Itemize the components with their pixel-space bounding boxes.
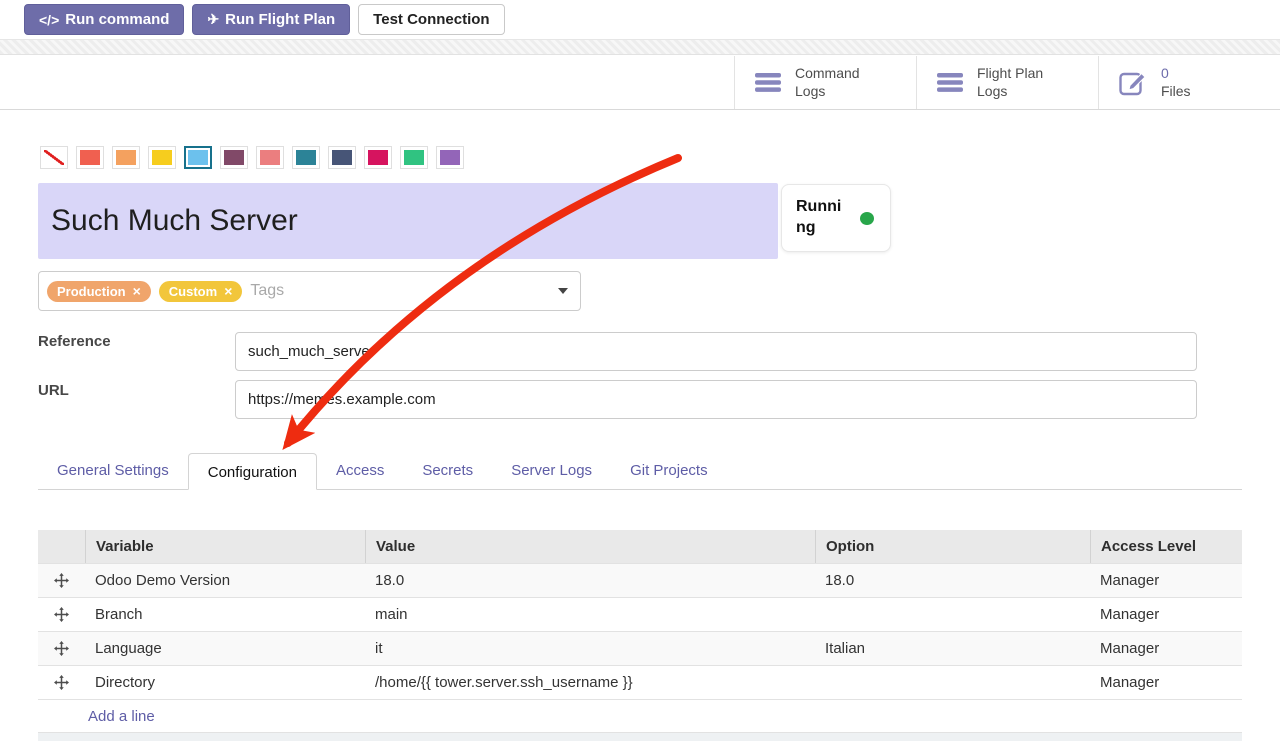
- color-swatch-salmon[interactable]: [256, 146, 284, 169]
- command-logs-stat-button[interactable]: Command Logs: [734, 56, 916, 109]
- cell-option[interactable]: 18.0: [815, 572, 1090, 589]
- running-status-button[interactable]: Running: [781, 184, 891, 252]
- color-swatch-green[interactable]: [400, 146, 428, 169]
- table-row[interactable]: Branch main Manager: [38, 597, 1242, 631]
- color-swatch-yellow[interactable]: [148, 146, 176, 169]
- configuration-table: Variable Value Option Access Level Odoo …: [38, 530, 1242, 741]
- tab-server-logs[interactable]: Server Logs: [492, 452, 611, 489]
- color-swatch-purple[interactable]: [436, 146, 464, 169]
- run-command-button[interactable]: </> Run command: [24, 4, 184, 35]
- move-arrows-icon: [54, 607, 69, 622]
- color-swatch-dark-purple[interactable]: [220, 146, 248, 169]
- status-label: Running: [796, 197, 848, 239]
- record-title[interactable]: Such Much Server: [38, 183, 778, 259]
- column-header-value[interactable]: Value: [365, 530, 815, 563]
- table-header: Variable Value Option Access Level: [38, 530, 1242, 563]
- tag-production: Production ×: [47, 281, 151, 302]
- cell-variable[interactable]: Odoo Demo Version: [85, 572, 365, 589]
- code-icon: </>: [39, 12, 59, 28]
- add-line-row: Add a line: [38, 699, 1242, 732]
- remove-tag-icon[interactable]: ×: [224, 284, 232, 298]
- list-lines-icon: [937, 72, 963, 93]
- status-dot: [860, 212, 874, 225]
- reference-label: Reference: [38, 333, 111, 350]
- cell-value[interactable]: /home/{{ tower.server.ssh_username }}: [365, 674, 815, 691]
- reference-input[interactable]: [235, 332, 1197, 371]
- form-status-bar: Command Logs Flight Plan Logs 0 Files: [0, 56, 1280, 110]
- drag-handle[interactable]: [38, 675, 85, 690]
- url-input[interactable]: [235, 380, 1197, 419]
- column-header-access-level[interactable]: Access Level: [1090, 530, 1242, 563]
- color-swatch-light-blue-selected[interactable]: [184, 146, 212, 169]
- color-swatch-dark-blue[interactable]: [328, 146, 356, 169]
- drag-handle[interactable]: [38, 607, 85, 622]
- files-stat-button[interactable]: 0 Files: [1098, 56, 1280, 109]
- files-label: 0 Files: [1161, 65, 1191, 100]
- tag-custom: Custom ×: [159, 281, 243, 302]
- flight-plan-logs-label: Flight Plan Logs: [977, 65, 1043, 100]
- list-lines-icon: [755, 72, 781, 93]
- column-header-option[interactable]: Option: [815, 530, 1090, 563]
- tags-field[interactable]: Production × Custom × Tags: [38, 271, 581, 311]
- hatched-divider-band: [0, 39, 1280, 55]
- cell-variable[interactable]: Directory: [85, 674, 365, 691]
- add-a-line-link[interactable]: Add a line: [88, 708, 155, 725]
- cell-access-level[interactable]: Manager: [1090, 640, 1242, 657]
- move-arrows-icon: [54, 641, 69, 656]
- handle-column-header: [38, 530, 85, 563]
- column-header-variable[interactable]: Variable: [85, 530, 365, 563]
- test-connection-button[interactable]: Test Connection: [358, 4, 504, 35]
- cell-value[interactable]: main: [365, 606, 815, 623]
- table-row[interactable]: Odoo Demo Version 18.0 18.0 Manager: [38, 563, 1242, 597]
- cell-access-level[interactable]: Manager: [1090, 606, 1242, 623]
- tags-placeholder: Tags: [250, 282, 284, 300]
- next-section-band: [38, 732, 1242, 741]
- color-swatch-magenta[interactable]: [364, 146, 392, 169]
- remove-tag-icon[interactable]: ×: [133, 284, 141, 298]
- tab-configuration[interactable]: Configuration: [188, 453, 317, 490]
- color-palette: [40, 146, 464, 169]
- flight-plan-logs-stat-button[interactable]: Flight Plan Logs: [916, 56, 1098, 109]
- top-action-bar: </> Run command ✈ Run Flight Plan Test C…: [24, 4, 505, 35]
- cell-value[interactable]: it: [365, 640, 815, 657]
- tab-secrets[interactable]: Secrets: [403, 452, 492, 489]
- chevron-down-icon[interactable]: [558, 288, 568, 294]
- cell-variable[interactable]: Language: [85, 640, 365, 657]
- no-color-icon: [44, 150, 64, 165]
- tab-git-projects[interactable]: Git Projects: [611, 452, 727, 489]
- run-flight-plan-label: Run Flight Plan: [225, 11, 335, 28]
- tab-general-settings[interactable]: General Settings: [38, 452, 188, 489]
- stat-buttons: Command Logs Flight Plan Logs 0 Files: [734, 56, 1280, 109]
- color-swatch-red[interactable]: [76, 146, 104, 169]
- drag-handle[interactable]: [38, 641, 85, 656]
- cell-value[interactable]: 18.0: [365, 572, 815, 589]
- cell-access-level[interactable]: Manager: [1090, 674, 1242, 691]
- run-flight-plan-button[interactable]: ✈ Run Flight Plan: [192, 4, 350, 35]
- move-arrows-icon: [54, 573, 69, 588]
- test-connection-label: Test Connection: [373, 11, 489, 28]
- drag-handle[interactable]: [38, 573, 85, 588]
- move-arrows-icon: [54, 675, 69, 690]
- url-label: URL: [38, 382, 69, 399]
- table-row[interactable]: Directory /home/{{ tower.server.ssh_user…: [38, 665, 1242, 699]
- command-logs-label: Command Logs: [795, 65, 860, 100]
- notebook-tabs: General Settings Configuration Access Se…: [38, 452, 1242, 490]
- cell-variable[interactable]: Branch: [85, 606, 365, 623]
- cell-option[interactable]: Italian: [815, 640, 1090, 657]
- edit-pencil-square-icon: [1119, 69, 1147, 96]
- cell-access-level[interactable]: Manager: [1090, 572, 1242, 589]
- plane-icon: ✈: [207, 11, 219, 28]
- color-swatch-none[interactable]: [40, 146, 68, 169]
- color-swatch-teal[interactable]: [292, 146, 320, 169]
- color-swatch-orange[interactable]: [112, 146, 140, 169]
- table-row[interactable]: Language it Italian Manager: [38, 631, 1242, 665]
- run-command-label: Run command: [65, 11, 169, 28]
- tab-access[interactable]: Access: [317, 452, 403, 489]
